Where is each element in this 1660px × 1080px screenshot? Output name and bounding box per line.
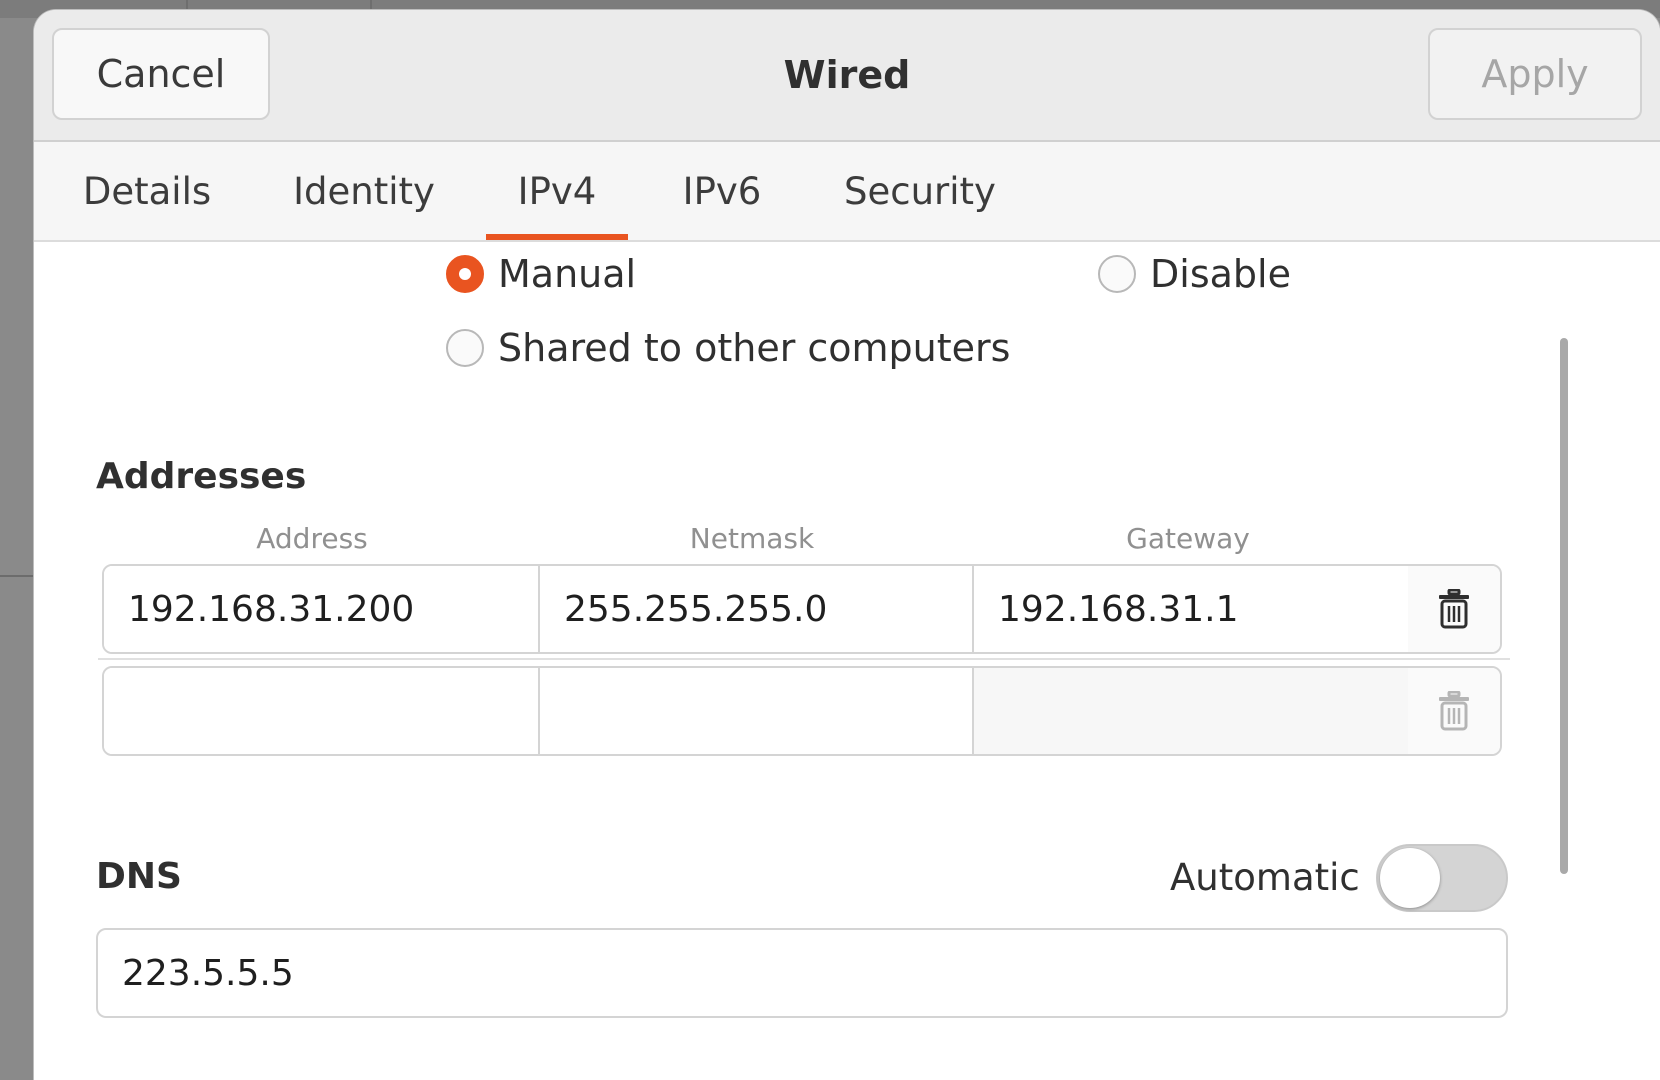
netmask-input[interactable]: 255.255.255.0 bbox=[540, 566, 974, 652]
tab-security[interactable]: Security bbox=[838, 142, 1002, 240]
radio-label: Shared to other computers bbox=[498, 326, 1011, 370]
cancel-button[interactable]: Cancel bbox=[52, 28, 270, 120]
trash-icon bbox=[1439, 589, 1469, 629]
addresses-heading: Addresses bbox=[96, 456, 307, 497]
tab-ipv6[interactable]: IPv6 bbox=[674, 142, 770, 240]
dns-heading: DNS bbox=[96, 856, 182, 897]
tab-bar: Details Identity IPv4 IPv6 Security bbox=[34, 142, 1660, 242]
row-divider bbox=[98, 658, 1510, 660]
apply-button[interactable]: Apply bbox=[1428, 28, 1642, 120]
delete-address-button[interactable] bbox=[1408, 566, 1500, 652]
dialog-title: Wired bbox=[783, 53, 911, 97]
wired-settings-dialog: Cancel Wired Apply Details Identity IPv4… bbox=[34, 10, 1660, 1080]
radio-label: Manual bbox=[498, 252, 637, 296]
dns-automatic-toggle[interactable] bbox=[1376, 844, 1508, 912]
gateway-input[interactable]: 192.168.31.1 bbox=[974, 566, 1410, 652]
radio-disable[interactable]: Disable bbox=[1098, 252, 1291, 296]
delete-address-button[interactable] bbox=[1408, 668, 1500, 754]
radio-manual[interactable]: Manual bbox=[446, 252, 636, 296]
dns-input[interactable]: 223.5.5.5 bbox=[96, 928, 1508, 1018]
radio-shared[interactable]: Shared to other computers bbox=[446, 326, 1010, 370]
radio-button[interactable] bbox=[446, 329, 484, 367]
trash-icon bbox=[1439, 691, 1469, 731]
toggle-knob bbox=[1380, 848, 1440, 908]
radio-label: Disable bbox=[1150, 252, 1291, 296]
dns-automatic-label: Automatic bbox=[1170, 856, 1360, 899]
header-bar: Cancel Wired Apply bbox=[34, 10, 1660, 142]
ipv4-settings-panel: Manual Disable Shared to other computers… bbox=[34, 242, 1660, 1080]
address-input[interactable] bbox=[104, 668, 540, 754]
background-divider bbox=[0, 575, 34, 577]
radio-button[interactable] bbox=[1098, 255, 1136, 293]
tab-details[interactable]: Details bbox=[76, 142, 218, 240]
address-row: 192.168.31.200 255.255.255.0 192.168.31.… bbox=[102, 564, 1502, 654]
scrollbar-thumb[interactable] bbox=[1560, 338, 1568, 874]
column-header-gateway: Gateway bbox=[1126, 522, 1250, 555]
gateway-input[interactable] bbox=[974, 668, 1410, 754]
address-input[interactable]: 192.168.31.200 bbox=[104, 566, 540, 652]
column-header-netmask: Netmask bbox=[689, 522, 815, 555]
address-row bbox=[102, 666, 1502, 756]
tab-ipv4[interactable]: IPv4 bbox=[486, 142, 628, 240]
netmask-input[interactable] bbox=[540, 668, 974, 754]
column-header-address: Address bbox=[256, 522, 368, 555]
radio-button-checked[interactable] bbox=[446, 255, 484, 293]
tab-identity[interactable]: Identity bbox=[286, 142, 442, 240]
